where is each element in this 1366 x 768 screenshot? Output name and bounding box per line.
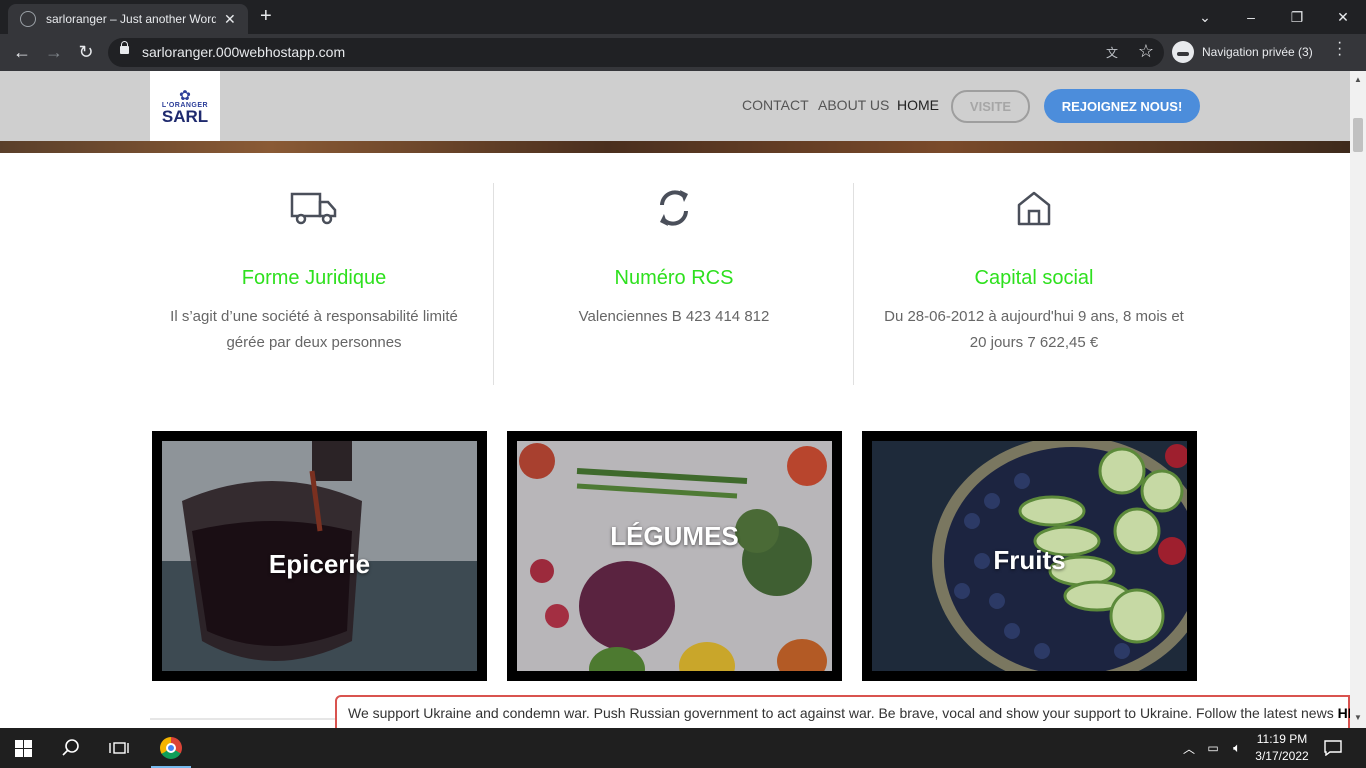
windows-start-icon[interactable] [0,728,46,768]
search-icon[interactable] [48,728,94,768]
truck-icon [144,183,484,233]
clock-date: 3/17/2022 [1255,749,1309,763]
category-card-fruits[interactable]: Fruits [862,431,1197,681]
browser-tab-bar: sarloranger – Just another WordP ✕ + ⌄ –… [0,0,1366,34]
divider [853,183,854,385]
nav-about-us[interactable]: ABOUT US [818,97,889,113]
divider [493,183,494,385]
tab-search-icon[interactable]: ⌄ [1182,0,1228,34]
category-label: LÉGUMES [610,521,739,551]
notice-message: We support Ukraine and condemn war. Push… [348,705,1338,721]
minimize-button[interactable]: – [1228,0,1274,34]
feature-text: Valenciennes B 423 414 812 [578,308,770,325]
refresh-icon [504,183,844,233]
scroll-up-icon[interactable]: ▲ [1354,75,1362,84]
web-page: ✿ L'ORANGER SARL CONTACT ABOUT US HOME V… [0,71,1350,728]
reload-button[interactable]: ↻ [74,40,98,64]
close-tab-icon[interactable]: ✕ [224,11,236,28]
chrome-taskbar-icon[interactable] [148,728,194,768]
category-card-epicerie[interactable]: Epicerie [152,431,487,681]
join-button[interactable]: REJOIGNEZ NOUS! [1044,89,1200,123]
tab-title: sarloranger – Just another WordP [46,12,216,26]
taskbar-clock[interactable]: 11:19 PM 3/17/2022 [1250,731,1314,765]
feature-numero-rcs: Numéro RCS Valenciennes B 423 414 812 [504,183,844,330]
notifications-icon[interactable] [1310,728,1356,768]
feature-forme-juridique: Forme Juridique Il s’agit d’une société … [144,183,484,356]
bookmark-star-icon[interactable]: ☆ [1138,41,1154,62]
globe-icon [20,11,36,27]
category-label: Epicerie [268,549,371,579]
url-text[interactable]: sarloranger.000webhostapp.com [142,44,345,60]
lock-icon[interactable] [120,41,129,54]
lotus-icon: ✿ [179,86,191,103]
nav-contact[interactable]: CONTACT [742,97,809,113]
scroll-down-icon[interactable]: ▼ [1354,713,1362,722]
menu-kebab-icon[interactable]: · · · [1337,35,1342,63]
close-window-button[interactable]: ✕ [1320,0,1366,34]
browser-toolbar: ← → ↻ sarloranger.000webhostapp.com 文 ☆ … [0,34,1366,71]
back-button[interactable]: ← [10,40,34,64]
address-bar[interactable]: sarloranger.000webhostapp.com 文 ☆ [108,38,1164,67]
category-label: Fruits [993,545,1066,575]
section-divider [150,718,340,720]
translate-icon[interactable]: 文 [1106,44,1122,60]
notice-text: We support Ukraine and condemn war. Push… [348,705,1350,721]
scrollbar-thumb[interactable] [1353,118,1363,152]
feature-title: Numéro RCS [614,267,734,289]
task-view-icon[interactable] [96,728,142,768]
notice-link[interactable]: HERE [1338,705,1350,721]
site-logo[interactable]: ✿ L'ORANGER SARL [150,71,220,141]
restore-button[interactable]: ❐ [1274,0,1320,34]
feature-text: Du 28-06-2012 à aujourd'hui 9 ans, 8 moi… [884,308,1184,351]
page-scrollbar[interactable]: ▲ ▼ [1350,71,1366,728]
browser-tab[interactable]: sarloranger – Just another WordP ✕ [8,4,248,34]
incognito-indicator[interactable]: Navigation privée (3) [1172,38,1313,66]
hero-image-strip [0,141,1350,153]
ukraine-notice-bar: We support Ukraine and condemn war. Push… [335,695,1350,728]
forward-button[interactable]: → [42,40,66,64]
nav-home[interactable]: HOME [897,97,939,113]
feature-title: Forme Juridique [241,267,387,289]
vegetables-image [517,441,832,671]
new-tab-button[interactable]: + [260,6,272,26]
home-icon [864,183,1204,233]
visite-button[interactable]: VISITE [951,90,1030,123]
logo-line2: SARL [161,106,209,126]
incognito-icon [1172,41,1194,63]
feature-text: Il s’agit d’une société à responsabilité… [170,308,458,351]
site-header: ✿ L'ORANGER SARL CONTACT ABOUT US HOME V… [0,71,1350,141]
incognito-label: Navigation privée (3) [1202,45,1313,59]
feature-capital-social: Capital social Du 28-06-2012 à aujourd'h… [864,183,1204,356]
feature-title: Capital social [974,267,1094,289]
category-card-legumes[interactable]: LÉGUMES [507,431,842,681]
clock-time: 11:19 PM [1256,732,1308,746]
windows-taskbar: ︿ ▭ 🔈︎ [0,728,1366,768]
